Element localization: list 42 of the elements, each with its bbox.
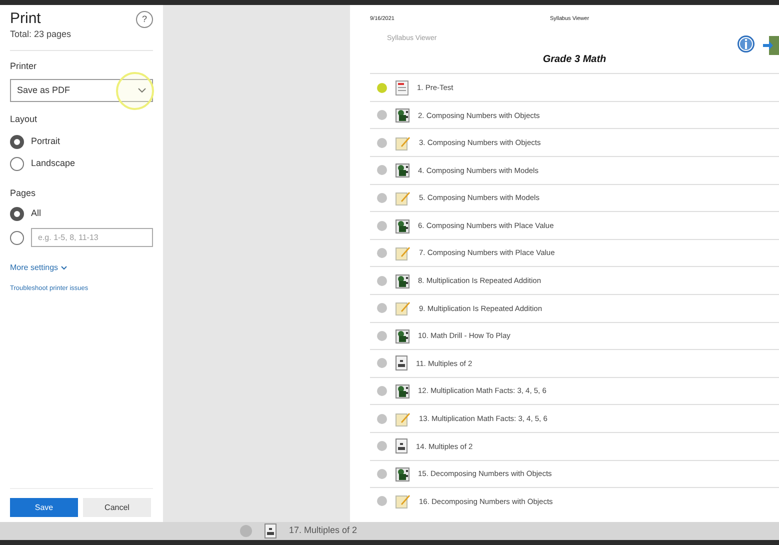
film-icon	[395, 107, 410, 124]
help-button[interactable]: ?	[136, 11, 153, 28]
background-item-label: 17. Multiples of 2	[289, 524, 358, 538]
printer-dropdown[interactable]: Save as PDF	[10, 79, 153, 102]
printer-label: Printer	[10, 60, 38, 72]
radio-button[interactable]	[10, 207, 24, 221]
more-settings-link[interactable]: More settings	[10, 262, 58, 274]
course-title: Grade 3 Math	[542, 53, 608, 68]
chevron-icon	[61, 266, 68, 270]
pencil-paper-icon	[395, 493, 411, 510]
pencil-paper-icon	[395, 245, 411, 262]
film-icon	[395, 218, 410, 234]
radio-button[interactable]	[10, 230, 24, 244]
pencil-paper-icon	[395, 300, 411, 316]
exit-door-icon[interactable]	[763, 35, 779, 56]
pencil-paper-icon	[395, 410, 411, 427]
pencil-paper-icon	[395, 134, 411, 151]
film-icon	[395, 162, 410, 178]
info-icon[interactable]	[737, 35, 755, 54]
pencil-paper-icon	[395, 190, 411, 206]
worksheet-icon	[264, 523, 277, 539]
page-range-field[interactable]: e.g. 1-5, 8, 11-13	[31, 228, 153, 247]
worksheet-icon	[395, 355, 408, 372]
print-title: Print	[10, 10, 42, 28]
document-icon	[395, 80, 409, 96]
radio-label: Landscape	[31, 156, 76, 170]
film-icon	[395, 272, 410, 289]
save-button[interactable]: Save	[10, 498, 78, 517]
pages-label: Pages	[10, 186, 37, 200]
film-icon	[395, 383, 410, 400]
chevron-icon	[138, 88, 146, 93]
cursor-highlight	[116, 72, 154, 110]
film-icon	[395, 328, 410, 344]
cancel-button[interactable]: Cancel	[83, 498, 151, 517]
layout-label: Layout	[10, 113, 38, 126]
worksheet-icon	[395, 438, 408, 454]
radio-label: Portrait	[31, 134, 60, 148]
radio-label: All	[31, 207, 42, 220]
radio-button[interactable]	[10, 156, 24, 170]
page-count: Total: 23 pages	[10, 28, 72, 41]
radio-button[interactable]	[10, 134, 24, 148]
film-icon	[395, 466, 410, 482]
